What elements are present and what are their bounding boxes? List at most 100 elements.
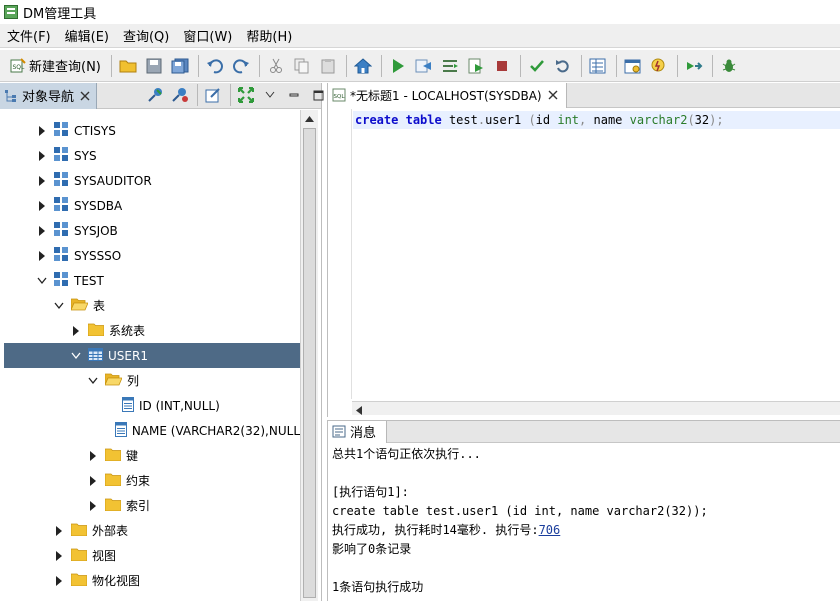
save-all-button[interactable] xyxy=(168,54,192,78)
tree-item[interactable]: SYSDBA xyxy=(4,193,300,218)
expand-arrow-icon[interactable] xyxy=(87,500,99,512)
explain-button[interactable] xyxy=(438,54,462,78)
collapse-arrow-icon[interactable] xyxy=(70,350,82,362)
tab-untitled-query[interactable]: SQL *无标题1 - LOCALHOST(SYSDBA) xyxy=(328,82,567,108)
save-button[interactable] xyxy=(142,54,166,78)
view-menu-button[interactable] xyxy=(259,84,281,106)
minimize-icon xyxy=(289,93,299,97)
minimize-button[interactable] xyxy=(283,84,305,106)
commit-button[interactable] xyxy=(525,54,549,78)
window-title: DM管理工具 xyxy=(23,6,97,22)
code-line[interactable]: create table test. user1 (id int, name va… xyxy=(353,111,840,129)
new-query-button[interactable]: SQL 新建查询(N) xyxy=(6,54,105,78)
expand-arrow-icon[interactable] xyxy=(36,225,48,237)
expand-arrow-icon[interactable] xyxy=(36,250,48,262)
tree-vertical-scrollbar[interactable] xyxy=(300,110,318,601)
debug-button[interactable] xyxy=(717,54,741,78)
redo-button[interactable] xyxy=(229,54,253,78)
cut-button[interactable] xyxy=(264,54,288,78)
close-icon[interactable] xyxy=(548,90,558,100)
undo-icon xyxy=(206,58,223,73)
export-button[interactable] xyxy=(682,54,706,78)
schema-icon xyxy=(54,247,69,264)
tree-item[interactable]: TEST xyxy=(4,268,300,293)
plan-icon xyxy=(589,58,606,73)
tree-item[interactable]: ID (INT,NULL) xyxy=(4,393,300,418)
tree-item[interactable]: 表 xyxy=(4,293,300,318)
tree-item[interactable]: 物化视图 xyxy=(4,568,300,593)
menu-help[interactable]: 帮助(H) xyxy=(239,26,299,45)
collapse-arrow-icon[interactable] xyxy=(87,375,99,387)
tree-item-label: SYS xyxy=(74,148,97,163)
tree-item[interactable]: 视图 xyxy=(4,543,300,568)
exec-number-link[interactable]: 706 xyxy=(539,523,561,537)
tree-item[interactable]: SYSSSO xyxy=(4,243,300,268)
run-button[interactable] xyxy=(386,54,410,78)
tab-object-navigator[interactable]: 对象导航 xyxy=(0,82,98,109)
tree-item-label: SYSSSO xyxy=(74,248,122,263)
edit-button[interactable] xyxy=(202,84,224,106)
copy-button[interactable] xyxy=(290,54,314,78)
tree-item[interactable]: USER1 xyxy=(4,343,300,368)
editor-tab-row: SQL *无标题1 - LOCALHOST(SYSDBA) xyxy=(328,82,840,108)
expand-all-button[interactable] xyxy=(235,84,257,106)
scroll-up-icon[interactable] xyxy=(304,113,315,124)
scroll-left-icon[interactable] xyxy=(356,404,362,418)
tree-item[interactable]: SYSJOB xyxy=(4,218,300,243)
tree-item[interactable]: SYS xyxy=(4,143,300,168)
plan-button[interactable] xyxy=(586,54,610,78)
tree-item[interactable]: 系统表 xyxy=(4,318,300,343)
tree-item[interactable]: 外部表 xyxy=(4,518,300,543)
connect-button[interactable] xyxy=(145,84,167,106)
home-button[interactable] xyxy=(351,54,375,78)
disconnect-button[interactable] xyxy=(169,84,191,106)
expand-arrow-icon[interactable] xyxy=(53,575,65,587)
connect-icon xyxy=(148,88,162,102)
menu-edit[interactable]: 编辑(E) xyxy=(58,26,116,45)
close-icon[interactable] xyxy=(80,91,90,101)
tree-item-label: NAME (VARCHAR2(32),NULL xyxy=(131,423,300,438)
message-line: [执行语句1]: xyxy=(332,485,409,499)
menu-window[interactable]: 窗口(W) xyxy=(176,26,239,45)
expand-arrow-icon[interactable] xyxy=(36,125,48,137)
tree-item[interactable]: CTISYS xyxy=(4,118,300,143)
expand-arrow-icon[interactable] xyxy=(36,150,48,162)
schedule-button[interactable] xyxy=(621,54,645,78)
expand-arrow-icon[interactable] xyxy=(70,325,82,337)
tree-item[interactable]: SYSAUDITOR xyxy=(4,168,300,193)
lightning-button[interactable] xyxy=(647,54,671,78)
toolbar-separator xyxy=(676,54,678,77)
expand-arrow-icon[interactable] xyxy=(87,450,99,462)
tree-item[interactable]: 索引 xyxy=(4,493,300,518)
collapse-arrow-icon[interactable] xyxy=(36,275,48,287)
editor-horizontal-scrollbar[interactable] xyxy=(352,401,840,415)
edit-icon xyxy=(205,88,220,103)
expand-arrow-icon[interactable] xyxy=(53,525,65,537)
rollback-button[interactable] xyxy=(551,54,575,78)
paste-button[interactable] xyxy=(316,54,340,78)
schema-icon xyxy=(54,172,69,189)
scrollbar-thumb[interactable] xyxy=(303,128,316,598)
tree-item[interactable]: NAME (VARCHAR2(32),NULL xyxy=(4,418,300,443)
expand-arrow-icon[interactable] xyxy=(53,550,65,562)
folder-icon xyxy=(104,447,122,464)
run-script-button[interactable] xyxy=(464,54,488,78)
svg-text:SQL: SQL xyxy=(13,64,26,71)
tree-item[interactable]: 键 xyxy=(4,443,300,468)
menu-query[interactable]: 查询(Q) xyxy=(116,26,176,45)
expand-arrow-icon[interactable] xyxy=(36,200,48,212)
sql-editor-panel: SQL *无标题1 - LOCALHOST(SYSDBA) create tab… xyxy=(327,82,840,417)
expand-arrow-icon[interactable] xyxy=(87,475,99,487)
toolbar-separator xyxy=(110,54,112,77)
run-step-button[interactable] xyxy=(412,54,436,78)
expand-arrow-icon[interactable] xyxy=(36,175,48,187)
menu-file[interactable]: 文件(F) xyxy=(0,26,58,45)
tab-messages[interactable]: 消息 xyxy=(328,420,388,443)
open-button[interactable] xyxy=(116,54,140,78)
undo-button[interactable] xyxy=(203,54,227,78)
tree-item[interactable]: 列 xyxy=(4,368,300,393)
collapse-arrow-icon[interactable] xyxy=(53,300,65,312)
maximize-button[interactable] xyxy=(307,84,329,106)
stop-button[interactable] xyxy=(490,54,514,78)
tree-item[interactable]: 约束 xyxy=(4,468,300,493)
